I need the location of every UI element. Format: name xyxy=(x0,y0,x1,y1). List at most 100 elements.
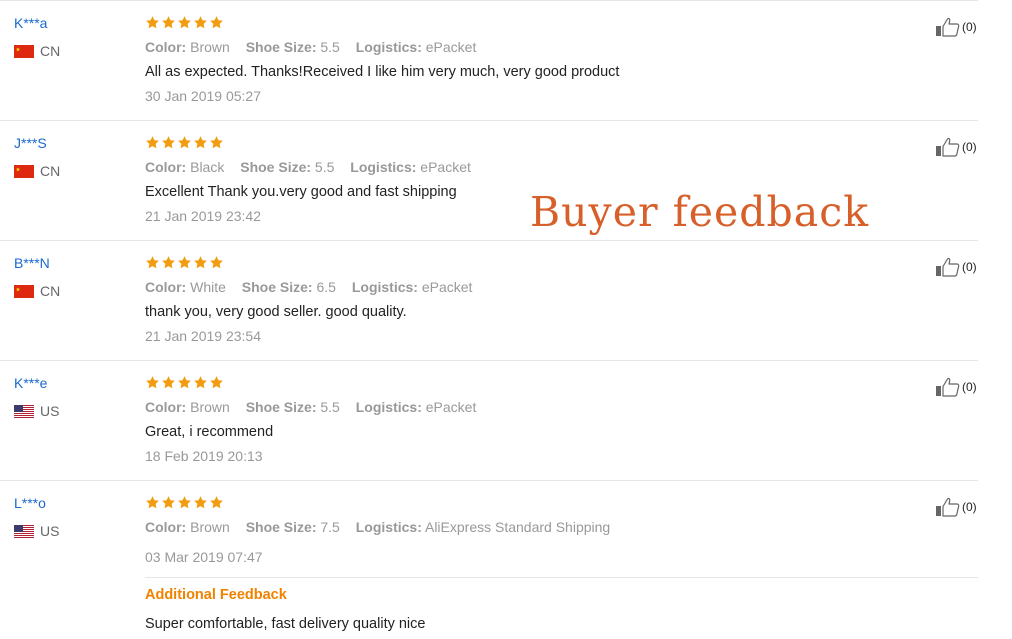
color-label: Color: xyxy=(145,39,187,55)
order-attributes: Color: Black Shoe Size: 5.5 Logistics: e… xyxy=(145,159,483,175)
country-code: CN xyxy=(40,283,61,299)
color-label: Color: xyxy=(145,159,187,175)
logistics-label: Logistics: xyxy=(355,39,422,55)
star-icon xyxy=(209,375,224,390)
star-icon xyxy=(161,495,176,510)
size-value: 5.5 xyxy=(320,399,340,415)
star-icon xyxy=(177,255,192,270)
star-icon xyxy=(193,375,208,390)
size-label: Shoe Size: xyxy=(245,39,317,55)
star-icon xyxy=(193,15,208,30)
size-label: Shoe Size: xyxy=(245,519,317,535)
star-icon xyxy=(209,495,224,510)
star-rating xyxy=(145,135,224,150)
thumbs-up-icon xyxy=(935,257,962,277)
star-icon xyxy=(145,255,160,270)
flag-us-icon xyxy=(14,524,34,538)
thumbs-up-icon xyxy=(935,137,962,157)
helpful-count: (0) xyxy=(962,500,977,514)
star-icon xyxy=(209,15,224,30)
country-code: US xyxy=(40,523,60,539)
logistics-label: Logistics: xyxy=(350,159,417,175)
country-code: CN xyxy=(40,43,61,59)
star-rating xyxy=(145,15,224,30)
review-text: thank you, very good seller. good qualit… xyxy=(145,304,407,320)
size-value: 5.5 xyxy=(314,159,335,175)
star-icon xyxy=(209,135,224,150)
star-icon xyxy=(161,15,176,30)
country-code: CN xyxy=(40,163,61,179)
logistics-value: ePacket xyxy=(420,159,471,175)
flag-cn-icon xyxy=(14,44,34,58)
reviewer-name[interactable]: K***e xyxy=(14,375,47,391)
logistics-value: AliExpress Standard Shipping xyxy=(424,519,611,535)
reviewer-country: CN xyxy=(14,283,60,299)
star-icon xyxy=(145,375,160,390)
helpful-count: (0) xyxy=(962,260,977,274)
reviewer-name[interactable]: J***S xyxy=(14,135,47,151)
helpful-button[interactable]: (0) xyxy=(935,497,977,517)
order-attributes: Color: Brown Shoe Size: 5.5 Logistics: e… xyxy=(145,39,488,55)
size-value: 6.5 xyxy=(316,279,336,295)
review-date: 21 Jan 2019 23:42 xyxy=(145,208,261,224)
thumbs-up-icon xyxy=(935,17,962,37)
logistics-value: ePacket xyxy=(425,399,477,415)
helpful-button[interactable]: (0) xyxy=(935,377,977,397)
additional-divider xyxy=(145,577,978,578)
size-value: 7.5 xyxy=(320,519,340,535)
flag-cn-icon xyxy=(14,164,34,178)
star-icon xyxy=(161,375,176,390)
helpful-button[interactable]: (0) xyxy=(935,257,977,277)
star-icon xyxy=(161,255,176,270)
review-date: 30 Jan 2019 05:27 xyxy=(145,88,261,104)
star-rating xyxy=(145,375,224,390)
additional-feedback-text: Super comfortable, fast delivery quality… xyxy=(145,616,426,632)
helpful-button[interactable]: (0) xyxy=(935,17,977,37)
reviewer-name[interactable]: L***o xyxy=(14,495,46,511)
logistics-label: Logistics: xyxy=(355,519,422,535)
order-attributes: Color: Brown Shoe Size: 7.5 Logistics: A… xyxy=(145,519,622,535)
logistics-label: Logistics: xyxy=(351,279,418,295)
reviewer-name[interactable]: B***N xyxy=(14,255,50,271)
star-icon xyxy=(193,495,208,510)
star-icon xyxy=(145,135,160,150)
review-item: B***N CN Color: White Shoe Size: 6.5 Log… xyxy=(0,240,978,360)
country-code: US xyxy=(40,403,60,419)
review-date: 03 Mar 2019 07:47 xyxy=(145,549,263,565)
star-icon xyxy=(177,135,192,150)
size-label: Shoe Size: xyxy=(241,279,313,295)
review-item: K***a CN Color: Brown Shoe Size: 5.5 Log… xyxy=(0,0,978,120)
star-icon xyxy=(177,495,192,510)
helpful-button[interactable]: (0) xyxy=(935,137,977,157)
thumbs-up-icon xyxy=(935,377,962,397)
review-date: 21 Jan 2019 23:54 xyxy=(145,328,261,344)
helpful-count: (0) xyxy=(962,20,977,34)
review-date: 18 Feb 2019 20:13 xyxy=(145,448,263,464)
star-rating xyxy=(145,495,224,510)
size-label: Shoe Size: xyxy=(240,159,312,175)
logistics-value: ePacket xyxy=(425,39,477,55)
star-rating xyxy=(145,255,224,270)
color-value: White xyxy=(190,279,226,295)
color-label: Color: xyxy=(145,279,187,295)
additional-feedback-title: Additional Feedback xyxy=(145,587,287,603)
reviewer-name[interactable]: K***a xyxy=(14,15,47,31)
order-attributes: Color: Brown Shoe Size: 5.5 Logistics: e… xyxy=(145,399,488,415)
buyer-feedback-overlay: Buyer feedback xyxy=(530,188,870,236)
size-label: Shoe Size: xyxy=(245,399,317,415)
star-icon xyxy=(209,255,224,270)
star-icon xyxy=(193,255,208,270)
logistics-label: Logistics: xyxy=(355,399,422,415)
star-icon xyxy=(177,15,192,30)
star-icon xyxy=(145,495,160,510)
reviewer-country: US xyxy=(14,523,59,539)
review-text: Excellent Thank you.very good and fast s… xyxy=(145,184,457,200)
review-text: All as expected. Thanks!Received I like … xyxy=(145,64,620,80)
thumbs-up-icon xyxy=(935,497,962,517)
logistics-value: ePacket xyxy=(421,279,473,295)
flag-us-icon xyxy=(14,404,34,418)
helpful-count: (0) xyxy=(962,380,977,394)
reviewer-country: US xyxy=(14,403,59,419)
color-value: Black xyxy=(190,159,225,175)
review-item: K***e US Color: Brown Shoe Size: 5.5 Log… xyxy=(0,360,978,480)
